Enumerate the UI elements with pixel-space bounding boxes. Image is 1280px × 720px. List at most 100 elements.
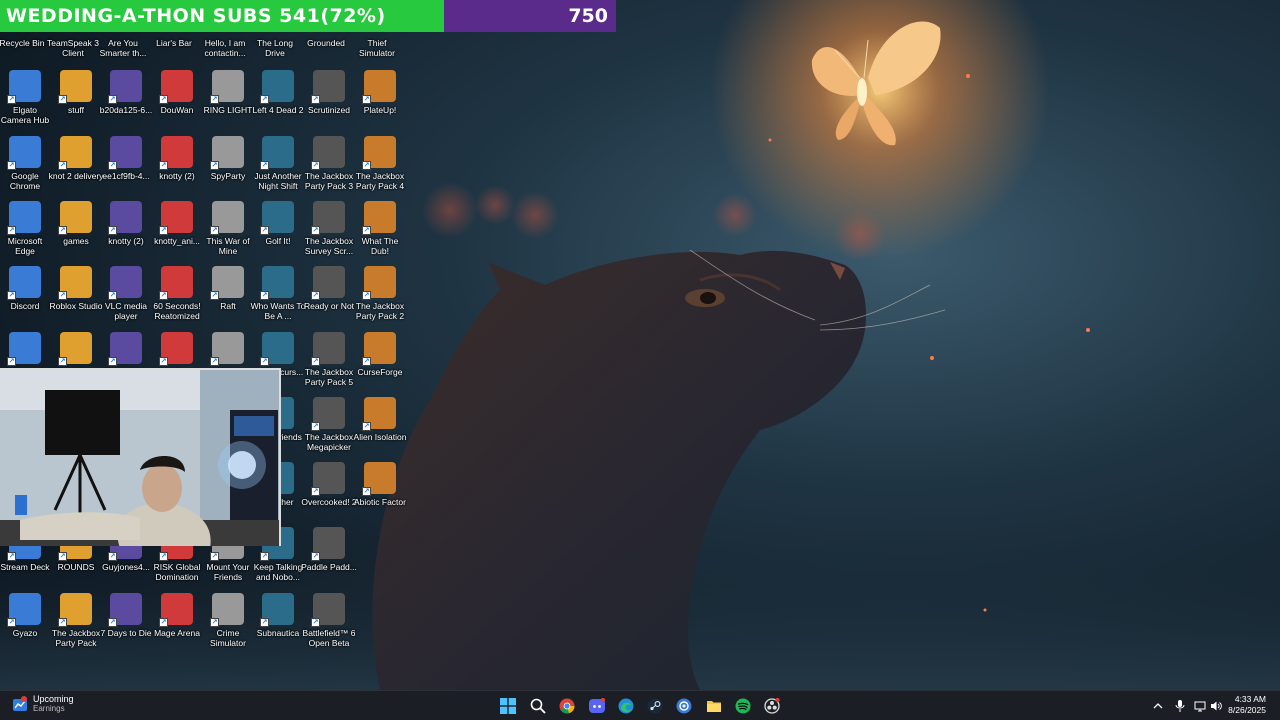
desktop-icon-label: The Jackbox Survey Scr...	[304, 236, 354, 256]
desktop-icon[interactable]: ↗ knotty (2)	[101, 201, 151, 265]
desktop-icon[interactable]: ↗ Scrutinized	[304, 70, 354, 134]
desktop-icon[interactable]: ↗ Raft	[203, 266, 253, 330]
desktop-icon[interactable]: ↗ 7 Days to Die	[100, 593, 152, 657]
search-icon[interactable]	[528, 696, 548, 716]
desktop-icon[interactable]: ↗ Subnautica	[253, 593, 303, 657]
desktop-icon[interactable]: ↗ PlateUp!	[355, 70, 405, 134]
shortcut-arrow-icon: ↗	[58, 552, 67, 561]
desktop-icon[interactable]: ↗ knotty (2)	[152, 136, 202, 200]
app-icon: ↗	[58, 266, 92, 300]
desktop-icon[interactable]: ↗ Alien Isolation	[353, 397, 407, 461]
app-icon: ↗	[210, 136, 244, 170]
desktop-icon[interactable]: ↗ b20da125-6...	[100, 70, 152, 134]
shortcut-arrow-icon: ↗	[210, 552, 219, 561]
desktop-icon[interactable]: ↗ Discord	[0, 266, 50, 330]
desktop-icon-label: Hello, I am contactin...	[204, 38, 246, 58]
desktop-icon[interactable]: ↗ Gyazo	[0, 593, 50, 657]
shortcut-arrow-icon: ↗	[108, 291, 117, 300]
desktop-icon-label: The Jackbox Megapicker	[304, 432, 354, 452]
widgets-button[interactable]: Upcoming Earnings	[12, 694, 74, 713]
desktop-icon-label: Mage Arena	[154, 628, 200, 638]
desktop-icon[interactable]: ↗ DouWan	[152, 70, 202, 134]
widget-subtitle: Earnings	[33, 704, 65, 713]
microphone-icon[interactable]	[1170, 696, 1190, 716]
desktop-icon[interactable]: ↗ The Jackbox Survey Scr...	[304, 201, 354, 265]
shortcut-arrow-icon: ↗	[362, 291, 371, 300]
sub-progress-label: WEDDING-A-THON SUBS 541(72%)	[6, 5, 386, 27]
shortcut-arrow-icon: ↗	[210, 618, 219, 627]
shortcut-arrow-icon: ↗	[311, 618, 320, 627]
desktop-icon[interactable]: ↗ The Jackbox Megapicker	[304, 397, 354, 461]
clock[interactable]: 4:33 AM 8/26/2025	[1228, 694, 1266, 716]
desktop-icon[interactable]: ↗ The Jackbox Party Pack 2	[355, 266, 405, 330]
desktop-icon[interactable]: ↗ This War of Mine	[203, 201, 253, 265]
desktop-icon[interactable]: ↗ CurseForge	[355, 332, 405, 396]
desktop-icon-label: Golf It!	[265, 236, 291, 246]
desktop-icon[interactable]: ↗ Paddle Padd...	[301, 527, 357, 591]
shortcut-arrow-icon: ↗	[260, 161, 269, 170]
shortcut-arrow-icon: ↗	[260, 552, 269, 561]
desktop-icon[interactable]: ↗ 60 Seconds! Reatomized	[152, 266, 202, 330]
desktop-icon[interactable]: ↗ Golf It!	[253, 201, 303, 265]
shortcut-arrow-icon: ↗	[260, 357, 269, 366]
desktop-icon[interactable]: ↗ Crime Simulator	[203, 593, 253, 657]
desktop-icon[interactable]: ↗ RING LIGHT	[203, 70, 253, 134]
desktop-icon[interactable]: ↗ ee1cf9fb-4...	[101, 136, 151, 200]
steam-icon[interactable]	[645, 696, 665, 716]
desktop-icon[interactable]: ↗ The Jackbox Party Pack 5	[304, 332, 354, 396]
shortcut-arrow-icon: ↗	[108, 357, 117, 366]
desktop-icon[interactable]: ↗ Overcooked! 2	[301, 462, 357, 526]
app-icon: ↗	[7, 266, 41, 300]
app-icon: ↗	[7, 136, 41, 170]
chrome-icon[interactable]	[557, 696, 577, 716]
app-icon: ↗	[311, 332, 345, 366]
shortcut-arrow-icon: ↗	[362, 357, 371, 366]
shortcut-arrow-icon: ↗	[311, 487, 320, 496]
desktop-icon[interactable]: ↗ VLC media player	[101, 266, 151, 330]
discord-icon[interactable]	[587, 696, 607, 716]
desktop-icon-label: Alien Isolation	[353, 432, 407, 442]
vpn-icon[interactable]	[674, 696, 694, 716]
spotify-icon[interactable]	[733, 696, 753, 716]
desktop-icon[interactable]: ↗ Left 4 Dead 2	[252, 70, 304, 134]
desktop-icon[interactable]: ↗ The Jackbox Party Pack 4	[355, 136, 405, 200]
shortcut-arrow-icon: ↗	[159, 552, 168, 561]
desktop-icon[interactable]: ↗ Just Another Night Shift	[253, 136, 303, 200]
shortcut-arrow-icon: ↗	[311, 95, 320, 104]
desktop-icon[interactable]: ↗ games	[51, 201, 101, 265]
chevron-up-icon[interactable]	[1148, 696, 1168, 716]
app-icon: ↗	[7, 201, 41, 235]
desktop-icon[interactable]: ↗ Mage Arena	[152, 593, 202, 657]
desktop-icon[interactable]: ↗ Who Wants To Be A ...	[251, 266, 305, 330]
desktop-icon[interactable]: ↗ knotty_ani...	[152, 201, 202, 265]
app-icon: ↗	[159, 201, 193, 235]
start-icon[interactable]	[498, 696, 518, 716]
app-icon: ↗	[210, 332, 244, 366]
desktop-icon[interactable]: ↗ stuff	[51, 70, 101, 134]
subathon-overlay: WEDDING-A-THON SUBS 541(72%) 750	[0, 0, 616, 32]
shortcut-arrow-icon: ↗	[7, 161, 16, 170]
desktop-icon-label: Left 4 Dead 2	[252, 105, 304, 115]
volume-icon[interactable]	[1206, 696, 1226, 716]
desktop-icon-label: What The Dub!	[361, 236, 399, 256]
obs-icon[interactable]	[762, 696, 782, 716]
desktop-icon[interactable]: ↗ The Jackbox Party Pack 3	[304, 136, 354, 200]
desktop-icon-label: Grounded	[307, 38, 345, 48]
desktop-icon-label: 60 Seconds! Reatomized	[153, 301, 201, 321]
edge-icon[interactable]	[616, 696, 636, 716]
desktop-icon[interactable]: ↗ Elgato Camera Hub	[0, 70, 50, 134]
desktop-icon[interactable]: ↗ What The Dub!	[355, 201, 405, 265]
desktop-icon-label: Stream Deck	[0, 562, 50, 572]
desktop-icon[interactable]: ↗ Abiotic Factor	[354, 462, 406, 526]
app-icon: ↗	[210, 593, 244, 627]
file-explorer-icon[interactable]	[704, 696, 724, 716]
desktop-icon[interactable]: ↗ SpyParty	[203, 136, 253, 200]
shortcut-arrow-icon: ↗	[362, 161, 371, 170]
desktop-icon[interactable]: ↗ Roblox Studio	[50, 266, 102, 330]
desktop-icon[interactable]: ↗ Microsoft Edge	[0, 201, 50, 265]
desktop-icon[interactable]: ↗ The Jackbox Party Pack	[51, 593, 101, 657]
desktop-icon[interactable]: ↗ knot 2 delivery	[49, 136, 103, 200]
desktop-icon[interactable]: ↗ Ready or Not	[304, 266, 354, 330]
desktop-icon[interactable]: ↗ Google Chrome	[0, 136, 50, 200]
desktop-icon[interactable]: ↗ Battlefield™ 6 Open Beta	[303, 593, 355, 657]
